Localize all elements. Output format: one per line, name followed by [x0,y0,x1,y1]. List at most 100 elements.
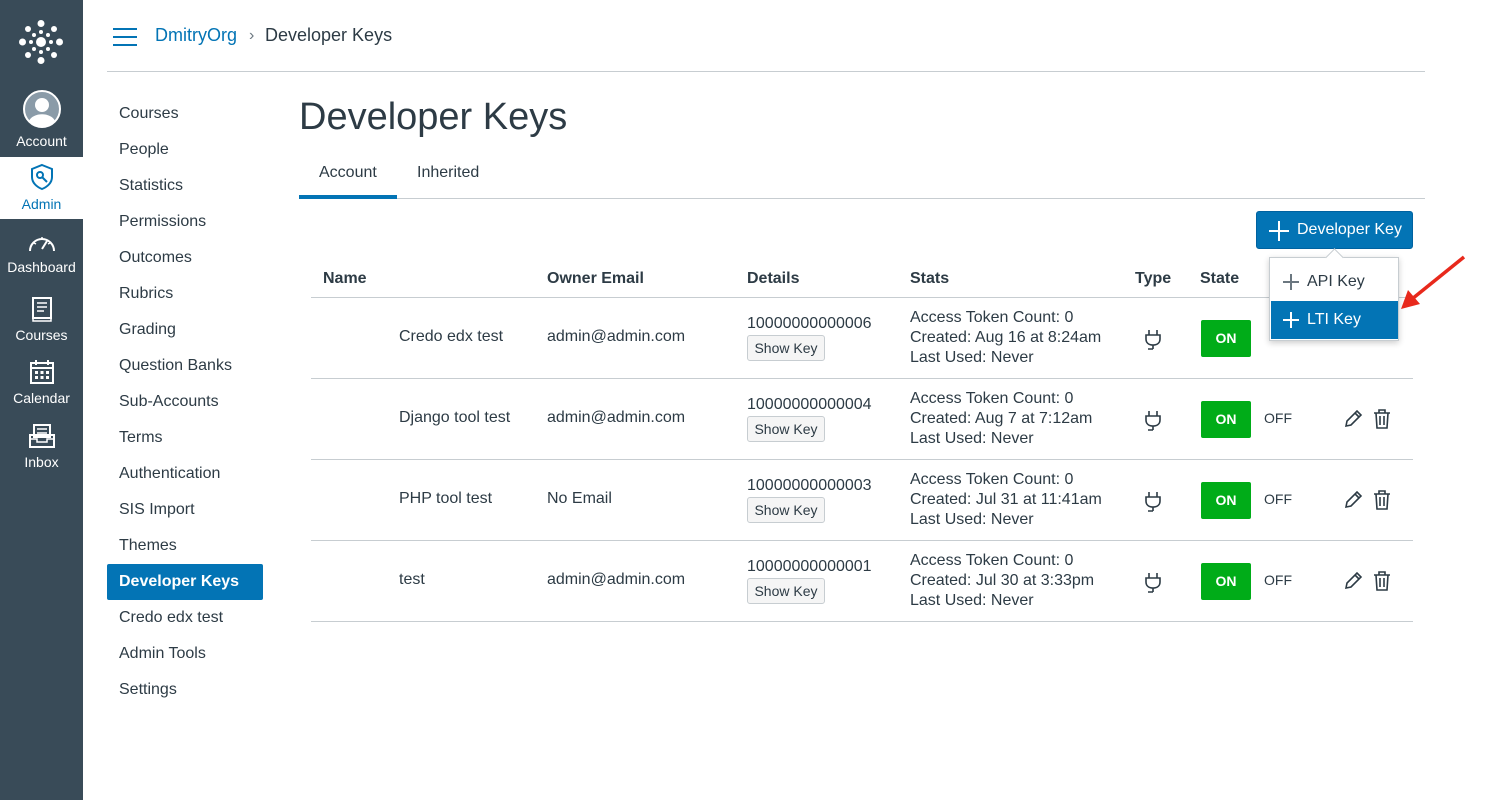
plug-icon [1145,411,1161,431]
access-token-count: Access Token Count: 0 [910,552,1074,569]
canvas-logo-icon[interactable] [19,20,63,64]
column-header-stats: Stats [910,270,950,287]
pencil-edit-icon[interactable] [1343,490,1363,510]
show-key-button[interactable]: Show Key [747,578,825,604]
left-menu-item-sis-import[interactable]: SIS Import [107,492,263,528]
left-menu-item-settings[interactable]: Settings [107,672,263,708]
last-used: Last Used: Never [910,349,1034,366]
breadcrumb-current: Developer Keys [265,25,393,45]
key-stats: Access Token Count: 0 Created: Jul 31 at… [910,470,1102,530]
left-menu-item-rubrics[interactable]: Rubrics [107,276,263,312]
access-token-count: Access Token Count: 0 [910,390,1074,407]
column-header-owner-email: Owner Email [547,270,644,287]
key-stats: Access Token Count: 0 Created: Jul 30 at… [910,551,1094,611]
key-name: PHP tool test [399,490,493,507]
gnav-inbox[interactable]: Inbox [0,423,83,479]
key-stats: Access Token Count: 0 Created: Aug 16 at… [910,308,1101,368]
table-row: Credo edx test admin@admin.com 100000000… [311,298,1413,379]
user-avatar-icon [0,90,83,131]
owner-email: admin@admin.com [547,409,686,426]
state-on-button[interactable]: ON [1201,401,1251,438]
trash-delete-icon[interactable] [1373,490,1391,510]
pencil-edit-icon[interactable] [1343,571,1363,591]
key-id: 10000000000003 [747,477,872,494]
gnav-label: Dashboard [7,259,76,275]
trash-delete-icon[interactable] [1373,409,1391,429]
left-menu-item-developer-keys[interactable]: Developer Keys [107,564,263,600]
developer-keys-table: Name Owner Email Details Stats Type Stat… [311,260,1413,622]
left-menu-item-admin-tools[interactable]: Admin Tools [107,636,263,672]
left-menu-item-grading[interactable]: Grading [107,312,263,348]
created-date: Created: Jul 31 at 11:41am [910,491,1102,508]
plug-icon [1145,330,1161,350]
state-off-button[interactable]: OFF [1264,572,1292,588]
show-key-button[interactable]: Show Key [747,335,825,361]
key-id: 10000000000006 [747,315,872,332]
key-name: Credo edx test [399,328,504,345]
admin-left-menu: Courses People Statistics Permissions Ou… [107,96,263,708]
tab-account[interactable]: Account [319,164,377,182]
gnav-label: Account [16,133,67,149]
column-header-name: Name [323,270,367,287]
page-title: Developer Keys [299,96,568,138]
left-menu-item-sub-accounts[interactable]: Sub-Accounts [107,384,263,420]
trash-delete-icon[interactable] [1373,571,1391,591]
plus-icon [1269,221,1289,241]
state-on-button[interactable]: ON [1201,320,1251,357]
breadcrumb-separator: › [249,27,255,44]
table-header-row: Name Owner Email Details Stats Type Stat… [311,260,1413,298]
gnav-label: Inbox [24,454,59,470]
gnav-dashboard[interactable]: Dashboard [0,232,83,288]
key-name: test [399,571,425,588]
state-off-button[interactable]: OFF [1264,491,1292,507]
left-menu-item-terms[interactable]: Terms [107,420,263,456]
show-key-button[interactable]: Show Key [747,416,825,442]
speedometer-icon [0,232,83,257]
active-tab-indicator [299,195,397,199]
left-menu-item-outcomes[interactable]: Outcomes [107,240,263,276]
left-menu-item-credo-edx-test[interactable]: Credo edx test [107,600,263,636]
plus-icon [1283,312,1299,328]
created-date: Created: Jul 30 at 3:33pm [910,572,1095,589]
gnav-account[interactable]: Account [0,90,83,152]
menu-item-lti-key[interactable]: LTI Key [1271,301,1398,339]
page-header: DmitryOrg › Developer Keys [107,0,1425,72]
left-menu-item-permissions[interactable]: Permissions [107,204,263,240]
gnav-label: Courses [15,327,68,343]
left-menu-item-authentication[interactable]: Authentication [107,456,263,492]
created-date: Created: Aug 16 at 8:24am [910,329,1102,346]
owner-email: admin@admin.com [547,571,686,588]
last-used: Last Used: Never [910,511,1034,528]
gnav-courses[interactable]: Courses [0,296,83,352]
hamburger-menu-icon[interactable] [113,28,137,46]
pencil-edit-icon[interactable] [1343,409,1363,429]
left-menu-item-statistics[interactable]: Statistics [107,168,263,204]
add-developer-key-button[interactable]: Developer Key [1256,211,1413,249]
left-menu-item-people[interactable]: People [107,132,263,168]
state-on-button[interactable]: ON [1201,482,1251,519]
gnav-label: Admin [21,196,62,212]
state-off-button[interactable]: OFF [1264,410,1292,426]
left-menu-item-themes[interactable]: Themes [107,528,263,564]
column-header-details: Details [747,270,800,287]
tab-bar: Account Inherited [299,154,1425,199]
show-key-button[interactable]: Show Key [747,497,825,523]
menu-item-api-key[interactable]: API Key [1271,263,1398,301]
gnav-admin[interactable]: Admin [0,157,83,219]
last-used: Last Used: Never [910,592,1034,609]
global-nav: Account Admin Dashboard Courses Calendar… [0,0,83,800]
gnav-label: Calendar [13,390,70,406]
left-menu-item-question-banks[interactable]: Question Banks [107,348,263,384]
owner-email: admin@admin.com [547,328,686,345]
key-name: Django tool test [399,409,511,426]
book-icon [0,296,83,325]
breadcrumb-org-link[interactable]: DmitryOrg [155,25,237,46]
state-on-button[interactable]: ON [1201,563,1251,600]
key-id: 10000000000001 [747,558,872,575]
calendar-icon [0,359,83,388]
inbox-icon [0,423,83,452]
menu-item-label: API Key [1307,273,1365,290]
tab-inherited[interactable]: Inherited [417,164,479,182]
gnav-calendar[interactable]: Calendar [0,359,83,415]
left-menu-item-courses[interactable]: Courses [107,96,263,132]
